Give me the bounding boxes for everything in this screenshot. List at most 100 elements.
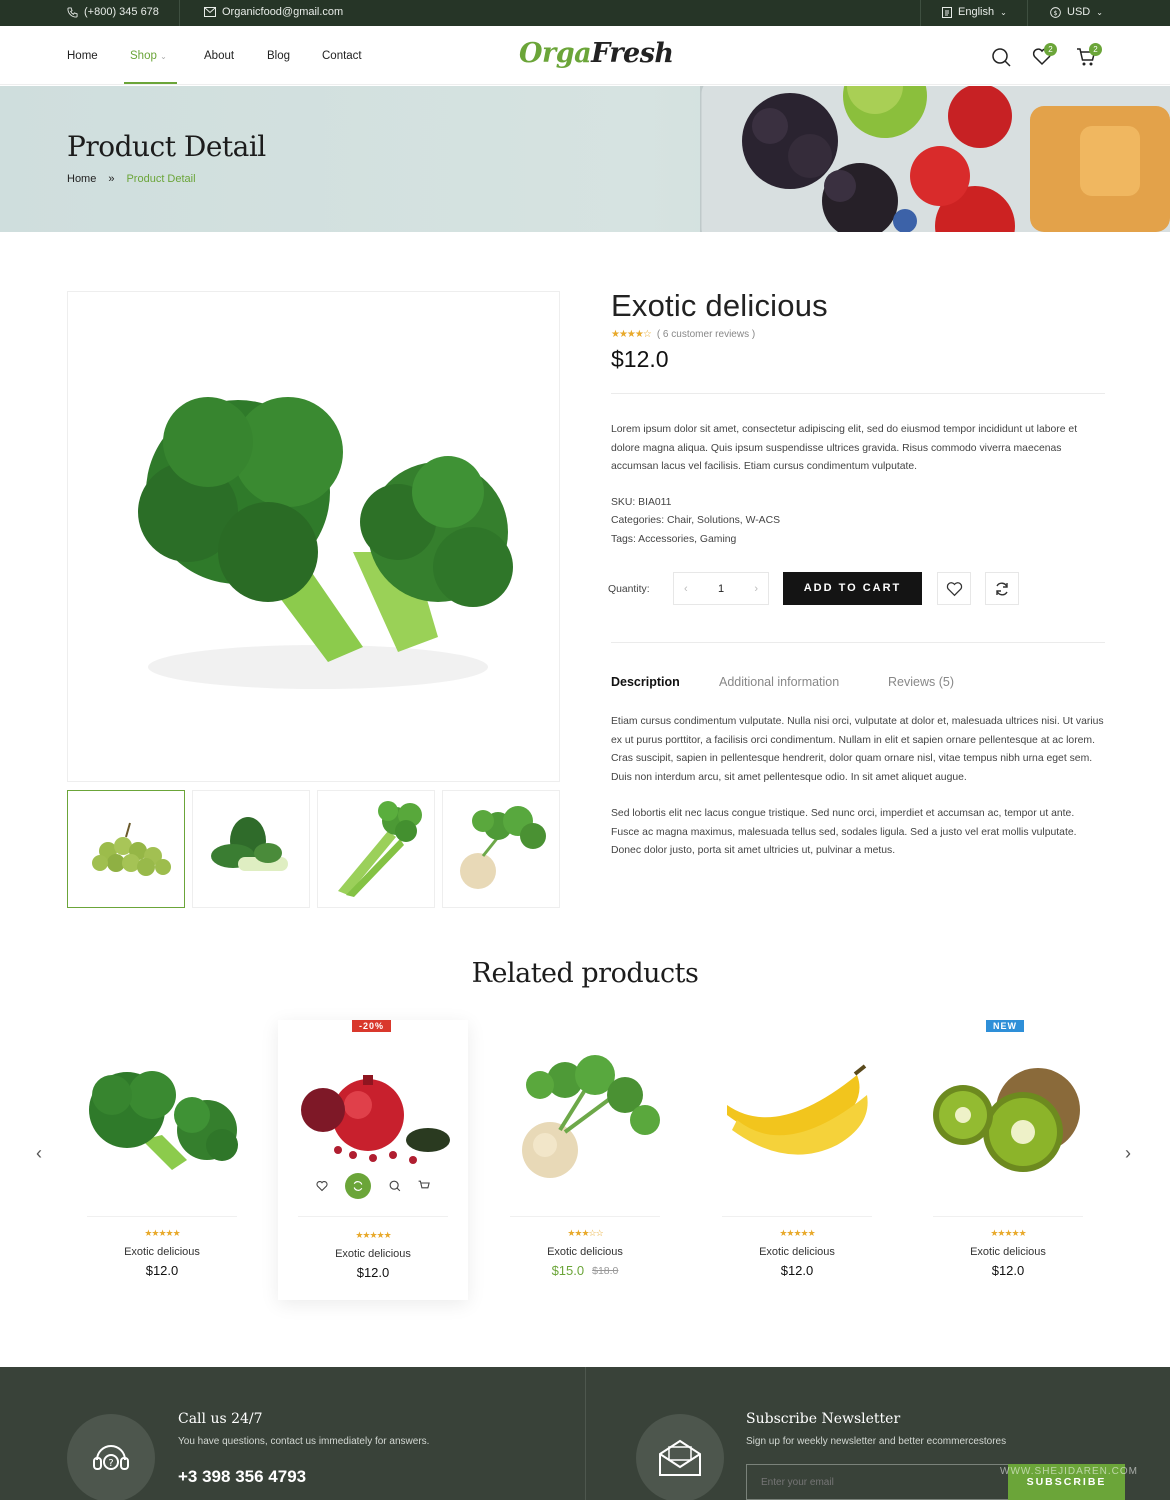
chevron-down-icon: ⌄ xyxy=(1096,7,1103,17)
divider xyxy=(722,1216,872,1217)
product-card[interactable]: ★★★★★ Exotic delicious $12.0 xyxy=(702,1020,892,1300)
compare-button[interactable] xyxy=(985,572,1019,605)
quantity-value[interactable]: 1 xyxy=(718,583,724,595)
nav-home[interactable]: Home xyxy=(67,50,98,62)
product-card-price-group: $15.0 $18.0 xyxy=(490,1263,680,1278)
divider xyxy=(510,1216,660,1217)
product-card[interactable]: ★★★☆☆ Exotic delicious $15.0 $18.0 xyxy=(490,1020,680,1300)
broccoli-image xyxy=(138,397,513,689)
support-circle: ? xyxy=(67,1414,155,1500)
product-card-old-price: $18.0 xyxy=(592,1265,619,1277)
nav-contact[interactable]: Contact xyxy=(322,50,362,62)
product-title: Exotic delicious xyxy=(611,288,828,323)
tab-additional-information[interactable]: Additional information xyxy=(719,675,839,689)
add-to-wishlist-button[interactable] xyxy=(937,572,971,605)
new-badge: NEW xyxy=(986,1020,1024,1032)
quantity-stepper[interactable]: ‹ 1 › xyxy=(673,572,769,605)
breadcrumb-home[interactable]: Home xyxy=(67,173,96,185)
call-title: Call us 24/7 xyxy=(178,1411,263,1427)
page-hero: Product Detail Home » Product Detail xyxy=(0,86,1170,232)
tab-description[interactable]: Description xyxy=(611,675,680,689)
divider xyxy=(179,0,180,26)
logo-part-2: Fresh xyxy=(591,38,674,69)
review-count[interactable]: ( 6 customer reviews ) xyxy=(657,329,755,340)
rating-stars-icon: ★★★★★ xyxy=(779,1228,815,1238)
newsletter-circle xyxy=(636,1414,724,1500)
divider xyxy=(920,0,921,26)
currency-select[interactable]: $ USD ⌄ xyxy=(1050,6,1103,18)
email-info[interactable]: Organicfood@gmail.com xyxy=(204,6,343,18)
celery-image xyxy=(338,801,422,897)
description-paragraph-2: Sed lobortis elit nec lacus congue trist… xyxy=(611,808,1077,856)
related-products-heading: Related products xyxy=(471,958,699,989)
cart-button[interactable]: 2 xyxy=(1076,43,1102,69)
breadcrumb-separator: » xyxy=(108,173,115,185)
heart-icon xyxy=(946,581,962,596)
product-card-price: $12.0 xyxy=(991,1263,1025,1278)
bok-choy-image xyxy=(211,817,288,871)
newsletter-email-input[interactable] xyxy=(746,1464,1010,1500)
product-tags: Tags: Accessories, Gaming xyxy=(611,534,737,545)
svg-text:$: $ xyxy=(1053,8,1057,16)
product-card-price: $12.0 xyxy=(356,1265,390,1280)
carousel-prev-button[interactable]: ‹ xyxy=(36,1143,42,1164)
headset-icon: ? xyxy=(93,1445,129,1470)
cart-icon[interactable] xyxy=(418,1180,430,1192)
refresh-icon xyxy=(354,1181,363,1191)
nav-shop[interactable]: Shop ⌄ xyxy=(130,50,167,62)
heart-icon[interactable] xyxy=(316,1180,328,1192)
thumbnail-celery[interactable] xyxy=(317,790,435,908)
quantity-increase[interactable]: › xyxy=(754,583,758,595)
nav-blog[interactable]: Blog xyxy=(267,50,290,62)
chevron-down-icon: ⌄ xyxy=(1000,7,1007,17)
quantity-decrease[interactable]: ‹ xyxy=(684,583,688,595)
product-description: Lorem ipsum dolor sit amet, consectetur … xyxy=(611,424,1078,472)
carousel-next-button[interactable]: › xyxy=(1125,1143,1131,1164)
rating-stars-icon: ★★★★☆ xyxy=(611,329,652,340)
product-card-name[interactable]: Exotic delicious xyxy=(702,1246,892,1258)
language-select[interactable]: English ⌄ xyxy=(942,6,1007,18)
kiwi-image xyxy=(933,1068,1080,1172)
quick-view-icon[interactable] xyxy=(389,1180,401,1192)
pomegranate-image xyxy=(301,1075,450,1164)
chevron-down-icon: ⌄ xyxy=(160,52,167,61)
divider xyxy=(1027,0,1028,26)
currency-icon: $ xyxy=(1050,6,1061,18)
product-card-name[interactable]: Exotic delicious xyxy=(67,1246,257,1258)
celeriac-image xyxy=(522,1055,660,1178)
divider xyxy=(611,642,1105,643)
add-to-cart-button[interactable]: ADD TO CART xyxy=(783,572,922,605)
logo[interactable]: OrgaFresh xyxy=(519,38,674,69)
product-card[interactable]: ★★★★★ Exotic delicious $12.0 xyxy=(67,1020,257,1300)
thumbnail-grapes[interactable] xyxy=(67,790,185,908)
wishlist-count-badge: 2 xyxy=(1044,43,1057,56)
product-card-name[interactable]: Exotic delicious xyxy=(490,1246,680,1258)
support-phone[interactable]: +3 398 356 4793 xyxy=(178,1467,306,1487)
product-card-name[interactable]: Exotic delicious xyxy=(913,1246,1103,1258)
cart-count-badge: 2 xyxy=(1089,43,1102,56)
product-card[interactable]: NEW ★★★★★ Exotic delicious $12.0 xyxy=(913,1020,1103,1300)
divider xyxy=(585,1367,586,1500)
grapes-image xyxy=(92,822,171,876)
broccoli-image xyxy=(89,1071,238,1170)
tab-reviews[interactable]: Reviews (5) xyxy=(888,675,954,689)
product-main-image[interactable] xyxy=(67,291,560,782)
thumbnail-bok-choy[interactable] xyxy=(192,790,310,908)
envelope-icon xyxy=(659,1439,701,1476)
compare-button[interactable] xyxy=(345,1173,372,1199)
phone-info[interactable]: (+800) 345 678 xyxy=(67,6,159,18)
thumbnail-celeriac[interactable] xyxy=(442,790,560,908)
divider xyxy=(87,1216,237,1217)
search-icon[interactable] xyxy=(991,47,1012,68)
newsletter-text: Sign up for weekly newsletter and better… xyxy=(746,1436,1007,1447)
product-price: $12.0 xyxy=(611,346,669,372)
newsletter-title: Subscribe Newsletter xyxy=(746,1411,901,1427)
product-card-name[interactable]: Exotic delicious xyxy=(278,1248,468,1260)
top-bar: (+800) 345 678 Organicfood@gmail.com Eng… xyxy=(0,0,1170,26)
product-categories: Categories: Chair, Solutions, W-ACS xyxy=(611,515,781,526)
product-rating: ★★★★☆ ( 6 customer reviews ) xyxy=(611,329,755,340)
product-card[interactable]: -20% ★★★★★ Exotic delicious $12.0 xyxy=(278,1020,468,1300)
call-text: You have questions, contact us immediate… xyxy=(178,1436,430,1447)
nav-about[interactable]: About xyxy=(204,50,234,62)
wishlist-button[interactable]: 2 xyxy=(1032,43,1057,69)
